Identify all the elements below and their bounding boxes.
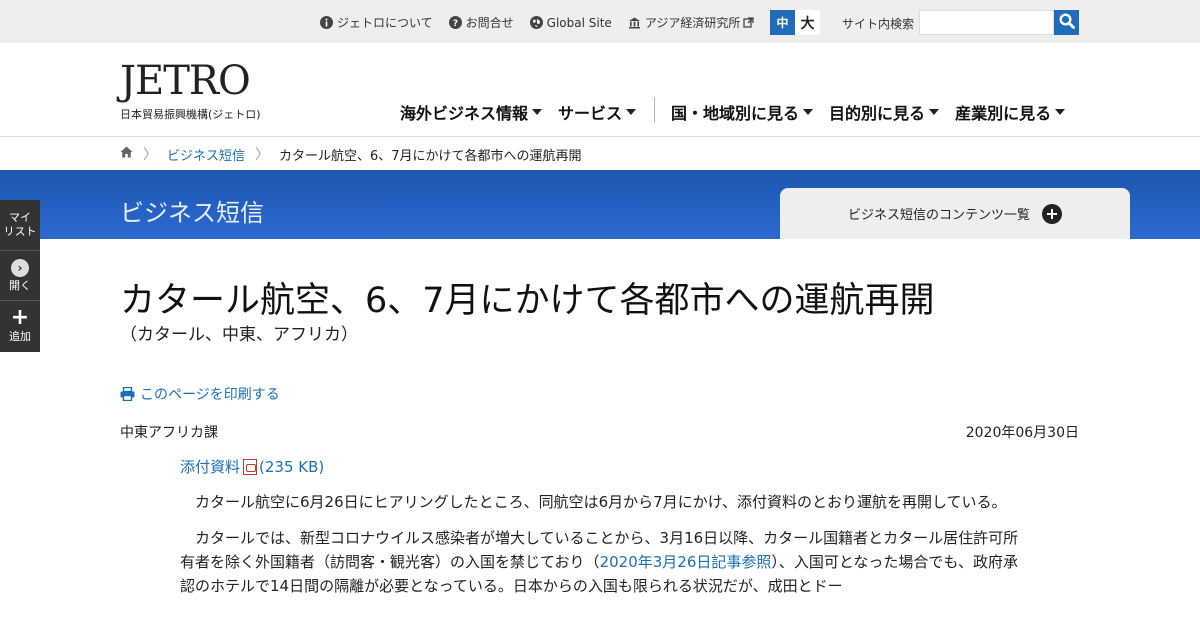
utility-links: ジェトロについて ? お問合せ Global Site アジア経済研究所 [320, 14, 774, 31]
print-page-link[interactable]: このページを印刷する [120, 384, 280, 404]
nav-label: 国・地域別に見る [671, 104, 800, 123]
nav-label: 産業別に見る [955, 104, 1052, 123]
nav-label: 海外ビジネス情報 [400, 104, 529, 123]
info-icon [320, 16, 333, 29]
attachment-size: (235 KB) [259, 457, 325, 476]
contents-list-label: ビジネス短信のコンテンツ一覧 [847, 208, 1030, 223]
open-panel-button[interactable]: › 開く [0, 250, 40, 300]
related-article-link[interactable]: 2020年3月26日記事参照 [600, 553, 772, 571]
article-region: （カタール、中東、アフリカ） [120, 325, 358, 345]
main-nav: 海外ビジネス情報 サービス 国・地域別に見る 目的別に見る 産業別に見る [400, 97, 1081, 124]
nav-services[interactable]: サービス [558, 100, 637, 124]
section-title: ビジネス短信 [120, 199, 264, 227]
pdf-icon [243, 458, 258, 475]
nav-overseas-business-info[interactable]: 海外ビジネス情報 [400, 100, 543, 124]
ide-jetro-link[interactable]: アジア経済研究所 [628, 14, 759, 31]
site-search-input[interactable] [919, 10, 1054, 35]
svg-text:?: ? [453, 19, 458, 29]
section-banner: ビジネス短信 ビジネス短信のコンテンツ一覧 [0, 170, 1200, 239]
contents-list-tab[interactable]: ビジネス短信のコンテンツ一覧 [780, 188, 1130, 239]
home-icon [120, 146, 133, 162]
breadcrumb-current: カタール航空、6、7月にかけて各都市への運航再開 [279, 148, 582, 164]
caret-down-icon [803, 109, 814, 115]
printer-icon [120, 387, 135, 401]
article-department: 中東アフリカ課 [120, 425, 218, 441]
article-title: カタール航空、6、7月にかけて各都市への運航再開 [120, 281, 935, 321]
nav-by-country-region[interactable]: 国・地域別に見る [671, 100, 814, 124]
about-jetro-link[interactable]: ジェトロについて [320, 14, 433, 31]
utility-bar: ジェトロについて ? お問合せ Global Site アジア経済研究所 中 大 [0, 0, 1200, 43]
jetro-logo[interactable]: JETRO 日本貿易振興機構(ジェトロ) [120, 58, 280, 122]
global-site-link[interactable]: Global Site [529, 14, 612, 31]
chevron-right-circle-icon: › [11, 258, 29, 277]
font-size-switcher: 中 大 [770, 10, 820, 35]
nav-divider [654, 97, 656, 123]
breadcrumb: 〉 ビジネス短信 〉 カタール航空、6、7月にかけて各都市への運航再開 [120, 144, 582, 164]
attachment-link[interactable]: 添付資料 (235 KB) [180, 456, 324, 477]
chevron-right-icon: 〉 [255, 147, 270, 163]
building-icon [628, 16, 641, 29]
site-search-label: サイト内検索 [842, 17, 915, 31]
chevron-right-icon: 〉 [143, 147, 157, 163]
caret-down-icon [1055, 109, 1066, 115]
plus-icon: + [10, 304, 30, 330]
article-paragraph: カタール航空に6月26日にヒアリングしたところ、同航空は6月から7月にかけ、添付… [195, 493, 1007, 511]
caret-down-icon [626, 109, 637, 115]
my-list-button[interactable]: マイ リスト [0, 200, 40, 250]
search-icon [1058, 12, 1075, 33]
header-divider [0, 136, 1200, 137]
global-site-label: Global Site [546, 15, 612, 30]
font-size-large-button[interactable]: 大 [795, 10, 820, 35]
breadcrumb-home[interactable] [120, 146, 133, 162]
open-label: 開く [9, 278, 31, 292]
article-date: 2020年06月30日 [965, 425, 1079, 441]
my-list-label: マイ リスト [3, 211, 37, 238]
plus-circle-icon [1042, 203, 1062, 224]
article-body: カタール航空に6月26日にヒアリングしたところ、同航空は6月から7月にかけ、添付… [180, 490, 1020, 610]
nav-label: 目的別に見る [829, 104, 926, 123]
nav-label: サービス [558, 104, 623, 123]
nav-by-industry[interactable]: 産業別に見る [955, 100, 1066, 124]
nav-by-purpose[interactable]: 目的別に見る [829, 100, 940, 124]
add-to-list-button[interactable]: + 追加 [0, 300, 40, 350]
caret-down-icon [532, 109, 543, 115]
logo-subtitle: 日本貿易振興機構(ジェトロ) [120, 108, 261, 121]
contact-label: お問合せ [465, 16, 514, 30]
globe-icon [529, 16, 543, 29]
question-icon: ? [448, 16, 462, 29]
breadcrumb-business-news[interactable]: ビジネス短信 [167, 145, 245, 164]
logo-mark: JETRO [120, 58, 251, 104]
print-page-label: このページを印刷する [140, 387, 280, 403]
my-list-panel: マイ リスト › 開く + 追加 [0, 200, 40, 352]
add-label: 追加 [9, 329, 31, 343]
article-paragraph: カタールでは、新型コロナウイルス感染者が増大していることから、3月16日以降、カ… [180, 526, 1020, 598]
caret-down-icon [929, 109, 940, 115]
external-link-icon [743, 17, 754, 28]
attachment-label: 添付資料 [180, 458, 241, 476]
font-size-medium-button[interactable]: 中 [770, 10, 795, 35]
about-jetro-label: ジェトロについて [337, 16, 433, 30]
contact-link[interactable]: ? お問合せ [448, 14, 514, 31]
search-button[interactable] [1054, 10, 1079, 35]
ide-jetro-label: アジア経済研究所 [644, 16, 741, 30]
